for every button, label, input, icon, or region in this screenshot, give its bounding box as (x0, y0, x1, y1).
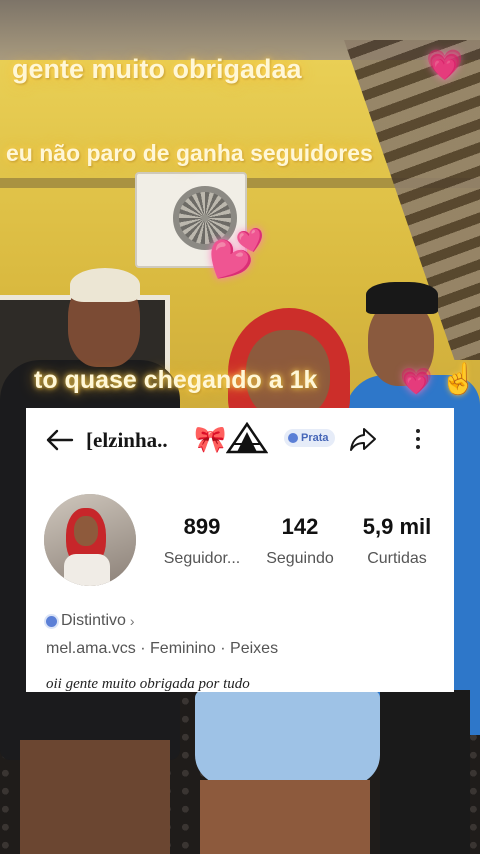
badge-icon (46, 615, 57, 627)
likes-label: Curtidas (367, 550, 427, 567)
more-dots-icon (416, 437, 420, 441)
distintivo-label: Distintivo (61, 612, 126, 629)
following-stat[interactable]: 142 Seguindo (250, 514, 350, 568)
following-label: Seguindo (266, 550, 334, 567)
more-options-button[interactable] (406, 424, 430, 454)
likes-count: 5,9 mil (362, 514, 432, 539)
profile-bio: oii gente muito obrigada por tudo (46, 676, 250, 692)
profile-card: [elzinha.. 🎀 Prata 899 Seguidor... 142 S… (26, 408, 454, 692)
more-dots-icon (416, 445, 420, 449)
following-count: 142 (281, 514, 319, 539)
person-middle-legs (200, 780, 370, 854)
person-left-legs (20, 740, 170, 854)
profile-username: [elzinha.. (86, 428, 168, 452)
level-badge[interactable]: Prata (284, 429, 335, 447)
badge-icon (288, 433, 298, 443)
profile-top-bar: [elzinha.. 🎀 Prata (26, 408, 454, 472)
badge-label: Prata (301, 432, 329, 444)
person-left-hair (70, 268, 140, 302)
person-right-legs (380, 690, 470, 854)
person-middle-shorts (195, 690, 380, 785)
chevron-right-icon: › (129, 613, 135, 629)
person-right-cap (366, 282, 438, 314)
distintivo-link[interactable]: Distintivo › (46, 612, 135, 630)
bow-icon: 🎀 (194, 424, 227, 454)
profile-avatar[interactable] (44, 494, 136, 586)
likes-stat[interactable]: 5,9 mil Curtidas (350, 514, 444, 568)
followers-label: Seguidor... (163, 550, 241, 567)
double-heart-icon: 💕 (208, 227, 266, 279)
followers-stat[interactable]: 899 Seguidor... (154, 514, 250, 568)
share-icon (350, 428, 376, 451)
back-button[interactable] (42, 426, 76, 454)
caption-line-2: eu não paro de ganha seguidores (6, 140, 373, 166)
caption-line-1: gente muito obrigadaa (12, 54, 302, 84)
profile-meta: mel.ama.vcs · Feminino · Peixes (46, 640, 279, 657)
share-button[interactable] (348, 424, 378, 454)
heart-icon: 💗 (426, 49, 464, 82)
followers-count: 899 (183, 514, 221, 539)
heart-icon: 💗 (400, 366, 433, 396)
pointing-up-icon: ☝ (440, 363, 478, 396)
back-arrow-icon (46, 429, 74, 451)
profile-stats: 899 Seguidor... 142 Seguindo 5,9 mil Cur… (154, 514, 444, 568)
more-dots-icon (416, 429, 420, 433)
diamond-logo-icon (226, 422, 268, 454)
